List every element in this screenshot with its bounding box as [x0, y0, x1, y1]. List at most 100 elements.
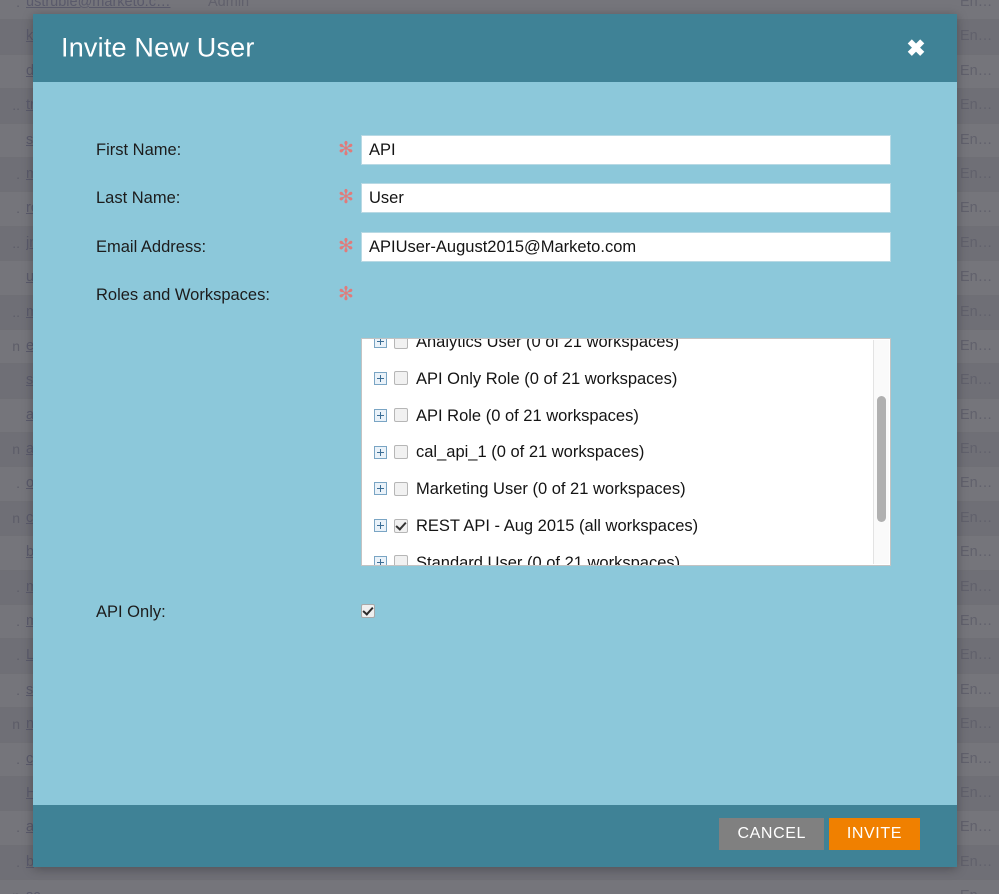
table-cell: En…: [960, 337, 993, 354]
roles-and-workspaces-label: Roles and Workspaces:: [96, 286, 270, 304]
invite-button[interactable]: INVITE: [828, 818, 920, 850]
list-item[interactable]: cal_api_1 (0 of 21 workspaces): [362, 434, 876, 471]
table-row[interactable]: nsc En…: [0, 880, 999, 894]
role-checkbox[interactable]: [394, 518, 408, 533]
list-item[interactable]: API Role (0 of 21 workspaces): [362, 398, 876, 435]
invite-new-user-dialog: Invite New User ✖ First Name: ✻ Last Nam…: [33, 14, 957, 867]
table-cell: En…: [960, 681, 993, 698]
expand-plus-icon[interactable]: [374, 482, 387, 496]
table-cell: En…: [960, 716, 993, 733]
table-cell: En…: [960, 28, 993, 45]
table-cell: .: [16, 853, 20, 870]
list-item[interactable]: REST API - Aug 2015 (all workspaces): [362, 508, 876, 545]
roles-list-scrollbar-thumb[interactable]: [877, 396, 886, 522]
dialog-title: Invite New User: [61, 32, 255, 63]
table-cell: ..: [12, 234, 20, 251]
role-label: cal_api_1 (0 of 21 workspaces): [416, 443, 645, 462]
role-checkbox[interactable]: [394, 408, 408, 423]
api-only-checkbox[interactable]: [361, 604, 375, 618]
table-cell: ..: [12, 303, 20, 320]
expand-plus-icon[interactable]: [374, 408, 387, 422]
table-cell: .: [16, 0, 20, 10]
required-asterisk-icon: ✻: [338, 236, 354, 257]
role-checkbox[interactable]: [394, 445, 408, 460]
list-item[interactable]: Marketing User (0 of 21 workspaces): [362, 471, 876, 508]
table-cell: En…: [960, 819, 993, 836]
roles-list-scrollbar[interactable]: [873, 340, 889, 564]
roles-list-inner: Analytics User (0 of 21 workspaces) API O…: [362, 338, 876, 566]
role-label: API Only Role (0 of 21 workspaces): [416, 370, 678, 389]
table-cell: En…: [960, 475, 993, 492]
table-cell: En…: [960, 509, 993, 526]
required-asterisk-icon: ✻: [338, 139, 354, 160]
close-icon[interactable]: ✖: [901, 33, 931, 63]
expand-plus-icon[interactable]: [374, 445, 387, 459]
table-cell: .: [16, 200, 20, 217]
role-label: Analytics User (0 of 21 workspaces): [416, 338, 680, 352]
email-address-input[interactable]: [361, 232, 891, 262]
table-cell: .: [16, 578, 20, 595]
table-cell: En…: [960, 784, 993, 801]
table-cell: n: [12, 337, 20, 354]
table-cell: .: [16, 819, 20, 836]
table-cell: En…: [960, 97, 993, 114]
table-cell: ..: [12, 97, 20, 114]
table-cell: En…: [960, 62, 993, 79]
table-cell: n: [12, 441, 20, 458]
role-label: Marketing User (0 of 21 workspaces): [416, 480, 686, 499]
table-cell: En…: [960, 853, 993, 870]
table-cell-email[interactable]: sc: [26, 880, 204, 894]
table-cell: En…: [960, 578, 993, 595]
role-checkbox[interactable]: [394, 555, 408, 565]
table-cell: n: [12, 509, 20, 526]
dialog-footer: CANCEL INVITE: [33, 805, 957, 867]
role-label: Standard User (0 of 21 workspaces): [416, 554, 681, 566]
first-name-label: First Name:: [96, 141, 182, 159]
table-cell: .: [16, 475, 20, 492]
expand-plus-icon[interactable]: [374, 519, 387, 533]
table-cell: En…: [960, 234, 993, 251]
table-cell: n: [2, 880, 20, 894]
list-item[interactable]: Standard User (0 of 21 workspaces): [362, 545, 876, 566]
table-cell: En…: [960, 647, 993, 664]
expand-plus-icon[interactable]: [374, 555, 387, 565]
table-cell: .: [16, 613, 20, 630]
role-checkbox[interactable]: [394, 339, 408, 349]
cancel-button[interactable]: CANCEL: [719, 818, 824, 850]
table-cell: .: [16, 165, 20, 182]
table-cell: En…: [960, 303, 993, 320]
table-cell: En…: [960, 441, 993, 458]
table-cell: En…: [960, 880, 999, 894]
field-email-address: Email Address: ✻: [33, 232, 957, 262]
last-name-input[interactable]: [361, 183, 891, 213]
table-cell: En…: [960, 200, 993, 217]
table-cell: .: [16, 681, 20, 698]
dialog-header: Invite New User ✖: [33, 14, 957, 82]
table-cell: En…: [960, 131, 993, 148]
last-name-label: Last Name:: [96, 189, 181, 207]
table-cell: n: [12, 716, 20, 733]
roles-list[interactable]: Analytics User (0 of 21 workspaces) API O…: [361, 338, 891, 566]
expand-plus-icon[interactable]: [374, 371, 387, 385]
field-api-only: API Only:: [33, 600, 957, 624]
table-cell: En…: [960, 750, 993, 767]
role-checkbox[interactable]: [394, 481, 408, 496]
role-label: REST API - Aug 2015 (all workspaces): [416, 517, 699, 536]
field-last-name: Last Name: ✻: [33, 183, 957, 213]
first-name-input[interactable]: [361, 135, 891, 165]
expand-plus-icon[interactable]: [374, 339, 387, 349]
table-cell: En…: [960, 406, 993, 423]
table-cell: En…: [960, 544, 993, 561]
role-checkbox[interactable]: [394, 371, 408, 386]
screen: .ustruble@marketo.c…AdminEn…ksEn…dEn…..t…: [0, 0, 999, 894]
table-cell: En…: [960, 613, 993, 630]
email-address-label: Email Address:: [96, 238, 207, 256]
table-cell: En…: [960, 165, 993, 182]
list-item[interactable]: API Only Role (0 of 21 workspaces): [362, 361, 876, 398]
api-only-label: API Only:: [96, 603, 166, 621]
field-first-name: First Name: ✻: [33, 135, 957, 165]
dialog-body: First Name: ✻ Last Name: ✻ Email Address…: [33, 82, 957, 805]
table-cell: En…: [960, 372, 993, 389]
list-item[interactable]: Analytics User (0 of 21 workspaces): [362, 338, 876, 361]
table-cell: .: [16, 647, 20, 664]
